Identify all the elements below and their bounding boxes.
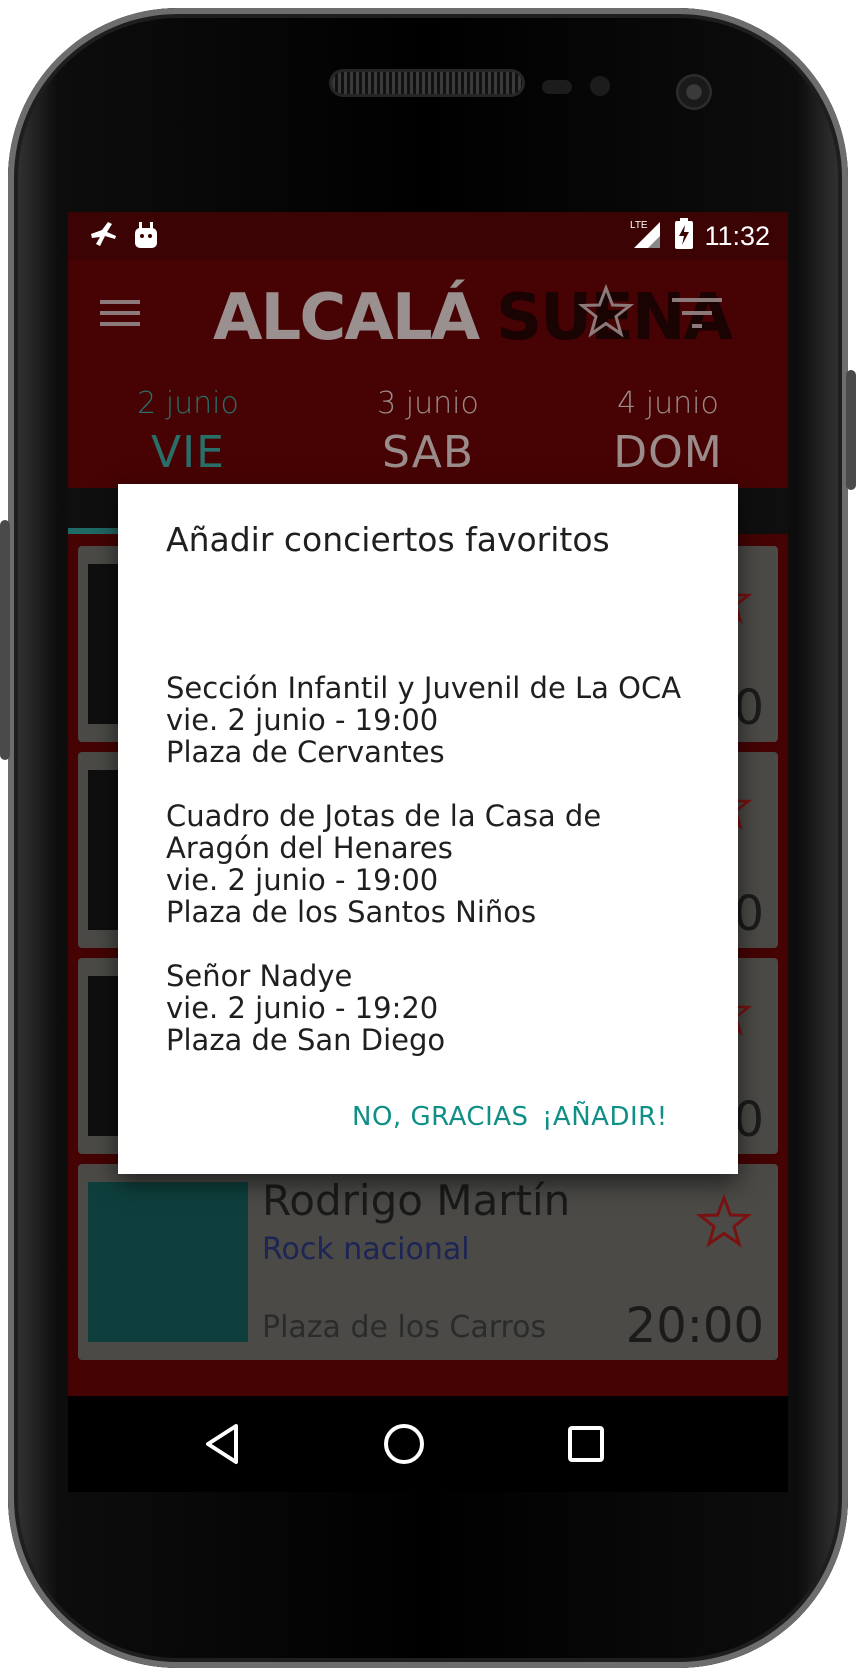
volume-button: [0, 520, 10, 760]
item-datetime: vie. 2 junio - 19:00: [166, 863, 439, 897]
item-datetime: vie. 2 junio - 19:20: [166, 991, 439, 1025]
item-name: Cuadro de Jotas de la Casa de: [166, 799, 602, 833]
item-name-continued: Aragón del Henares: [166, 831, 453, 865]
android-debug-icon: [132, 220, 160, 254]
logo-text-right: SUENA: [496, 281, 733, 355]
favorite-concert-item: Señor Nadye vie. 2 junio - 19:20 Plaza d…: [166, 960, 726, 1056]
app-logo: ALCALÁ SUENA: [213, 276, 733, 360]
concert-time: 20:00: [625, 1298, 764, 1354]
navigation-bar: [68, 1396, 788, 1492]
item-datetime: vie. 2 junio - 19:00: [166, 703, 439, 737]
tab-sab[interactable]: 3 junio SAB: [308, 386, 548, 478]
concert-card[interactable]: Rodrigo Martín Rock nacional Plaza de lo…: [78, 1164, 778, 1360]
light-sensor: [590, 76, 610, 96]
concert-name: Rodrigo Martín: [262, 1176, 571, 1225]
home-icon[interactable]: [380, 1420, 428, 1468]
dialog-list: Sección Infantil y Juvenil de La OCA vie…: [166, 672, 726, 1088]
item-place: Plaza de Cervantes: [166, 735, 445, 769]
tab-vie[interactable]: 2 junio VIE: [68, 386, 308, 478]
recents-icon[interactable]: [562, 1420, 610, 1468]
item-place: Plaza de San Diego: [166, 1023, 446, 1057]
notification-app-icon: [88, 220, 120, 254]
proximity-sensor: [542, 80, 572, 94]
date-tabs: 2 junio VIE 3 junio SAB 4 junio DOM: [68, 368, 788, 488]
favorite-star-icon[interactable]: [695, 1193, 753, 1254]
concert-genre: Rock nacional: [262, 1232, 470, 1267]
hamburger-menu-icon[interactable]: [100, 298, 140, 332]
lte-signal-icon: LTE: [630, 218, 664, 254]
favorite-concert-item: Cuadro de Jotas de la Casa de Aragón del…: [166, 800, 726, 928]
earpiece-speaker: [332, 72, 522, 94]
status-bar: LTE 11:32: [68, 212, 788, 260]
tab-dom[interactable]: 4 junio DOM: [548, 386, 788, 478]
tab-day: SAB: [381, 427, 475, 478]
item-name: Señor Nadye: [166, 959, 353, 993]
no-thanks-button[interactable]: NO, GRACIAS: [352, 1102, 529, 1132]
filter-icon[interactable]: [672, 296, 722, 336]
tab-date: 2 junio: [137, 386, 239, 421]
svg-text:LTE: LTE: [630, 220, 648, 231]
item-place: Plaza de los Santos Niños: [166, 895, 537, 929]
tab-date: 3 junio: [377, 386, 479, 421]
status-clock: 11:32: [704, 220, 770, 251]
add-button[interactable]: ¡AÑADIR!: [542, 1102, 668, 1132]
star-outline-icon[interactable]: [577, 283, 635, 344]
app-bar: ALCALÁ SUENA: [68, 260, 788, 368]
tab-date: 4 junio: [617, 386, 719, 421]
logo-text-left: ALCALÁ: [213, 281, 480, 355]
tab-day: VIE: [151, 427, 225, 478]
concert-thumbnail: [88, 1182, 248, 1342]
dialog-title: Añadir conciertos favoritos: [166, 520, 610, 559]
back-icon[interactable]: [198, 1420, 246, 1468]
front-camera: [676, 74, 712, 110]
favorite-concert-item: Sección Infantil y Juvenil de La OCA vie…: [166, 672, 726, 768]
item-name: Sección Infantil y Juvenil de La OCA: [166, 671, 682, 705]
battery-charging-icon: [674, 218, 694, 254]
favorites-dialog: Añadir conciertos favoritos Sección Infa…: [118, 484, 738, 1174]
concert-place: Plaza de los Carros: [262, 1310, 547, 1345]
power-button: [846, 370, 856, 490]
tab-day: DOM: [613, 427, 723, 478]
